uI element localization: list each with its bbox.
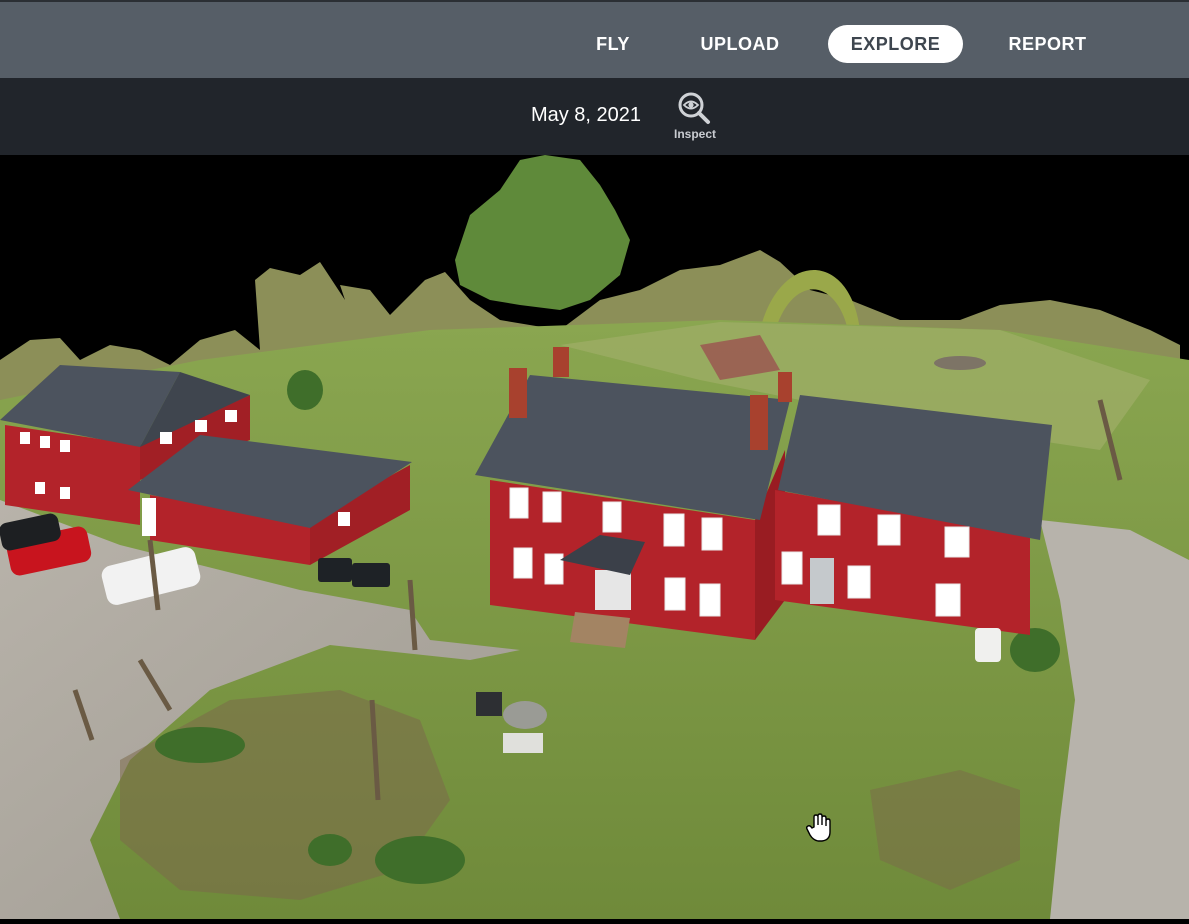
- fire-pit: [934, 356, 986, 370]
- bin: [318, 558, 352, 582]
- nav-fly[interactable]: FLY: [588, 24, 638, 64]
- nav-explore[interactable]: EXPLORE: [828, 25, 963, 63]
- grill: [476, 692, 502, 716]
- magnifier-eye-icon: [678, 92, 710, 124]
- bin: [352, 563, 390, 587]
- inspect-label: Inspect: [673, 127, 716, 141]
- top-navigation: FLY UPLOAD EXPLORE REPORT: [0, 0, 1189, 78]
- model-viewport[interactable]: [0, 80, 1189, 919]
- propane-tank: [975, 628, 1001, 662]
- inspect-button[interactable]: Inspect: [666, 90, 724, 146]
- stone-pile: [503, 701, 547, 729]
- nav-report[interactable]: REPORT: [1000, 24, 1095, 64]
- hand-cursor-icon: [806, 813, 831, 842]
- nav-upload[interactable]: UPLOAD: [690, 24, 790, 64]
- capture-date[interactable]: May 8, 2021: [520, 104, 652, 127]
- photogrammetry-scene: [0, 80, 1189, 919]
